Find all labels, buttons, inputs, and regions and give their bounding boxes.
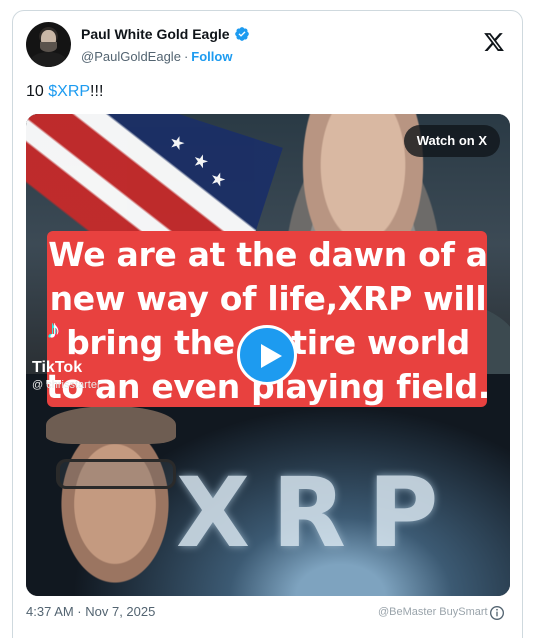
tweet-text-prefix: 10 bbox=[26, 83, 49, 100]
play-button[interactable] bbox=[237, 325, 297, 385]
play-icon bbox=[261, 344, 282, 368]
verified-badge-icon bbox=[234, 27, 249, 41]
tweet-header: Paul White Gold Eagle @PaulGoldEagle · Fol… bbox=[26, 22, 510, 70]
tiktok-logo-icon: ♪ bbox=[48, 314, 61, 344]
avatar-shoulders bbox=[30, 52, 67, 67]
tweet-card[interactable]: Paul White Gold Eagle @PaulGoldEagle · Fol… bbox=[12, 10, 523, 638]
watch-on-x-button[interactable]: Watch on X bbox=[403, 125, 500, 157]
name-line: Paul White Gold Eagle bbox=[81, 26, 250, 42]
tweet-timestamp[interactable]: 4:37 AM · Nov 7, 2025 bbox=[26, 604, 155, 619]
separator-dot: · bbox=[183, 49, 189, 64]
flag-star: ★ bbox=[189, 149, 212, 174]
x-logo-icon[interactable] bbox=[483, 31, 505, 53]
avatar-beard bbox=[40, 42, 57, 52]
flag-star: ★ bbox=[166, 130, 188, 155]
caption-line: new way of life,XRP will bbox=[49, 279, 487, 318]
author-handle[interactable]: @PaulGoldEagle bbox=[81, 49, 181, 64]
handle-line: @PaulGoldEagle · Follow bbox=[81, 49, 232, 64]
cashtag-link[interactable]: $XRP bbox=[48, 83, 90, 100]
caption-line: We are at the dawn of a bbox=[48, 235, 488, 274]
flag-star: ★ bbox=[207, 167, 229, 192]
info-icon[interactable] bbox=[489, 605, 505, 621]
follow-button[interactable]: Follow bbox=[191, 49, 232, 64]
xrp-overlay-text: XRP bbox=[176, 457, 461, 569]
avatar[interactable] bbox=[26, 22, 71, 67]
tiktok-username: @ chrisstarter bbox=[32, 379, 101, 391]
video-media[interactable]: ★ ★ ★ XRP We are at the dawn of a new wa… bbox=[26, 114, 510, 596]
watermark: @BeMaster BuySmart bbox=[378, 606, 488, 618]
tweet-text: 10 $XRP!!! bbox=[26, 83, 103, 101]
tiktok-label: TikTok bbox=[32, 359, 83, 376]
speaker-bottom-hair bbox=[46, 406, 176, 444]
glasses bbox=[56, 459, 176, 489]
tweet-text-suffix: !!! bbox=[90, 83, 104, 100]
author-name[interactable]: Paul White Gold Eagle bbox=[81, 26, 230, 42]
